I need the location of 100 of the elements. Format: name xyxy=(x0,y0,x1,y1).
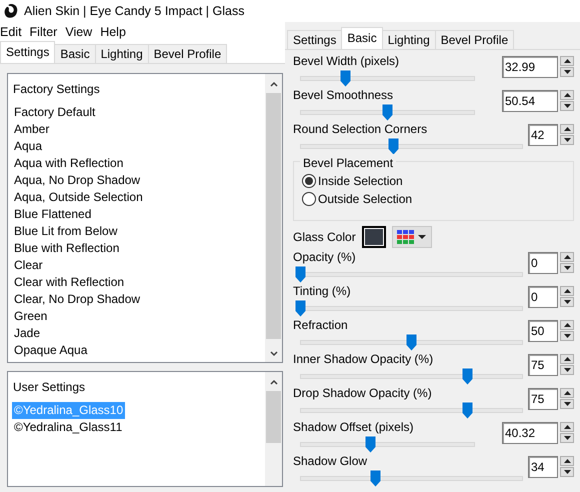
tab[interactable]: Lighting xyxy=(382,30,436,49)
slider-label: Bevel Smoothness xyxy=(293,87,394,104)
menu-item[interactable]: Filter xyxy=(30,22,66,42)
slider-label: Bevel Width (pixels) xyxy=(293,53,400,70)
spin-up-button[interactable] xyxy=(560,388,574,398)
spin-down-button[interactable] xyxy=(560,297,574,307)
spin-up-button[interactable] xyxy=(560,456,574,466)
down-arrow-icon xyxy=(564,138,570,142)
spin-up-button[interactable] xyxy=(560,252,574,262)
list-item[interactable]: Green xyxy=(12,308,50,325)
radio-button[interactable] xyxy=(302,174,316,188)
spin-up-button[interactable] xyxy=(560,286,574,296)
number-field[interactable]: 0 xyxy=(528,286,558,308)
radio-button[interactable] xyxy=(302,192,316,206)
number-field[interactable]: 50 xyxy=(528,320,558,342)
list-item[interactable]: Clear xyxy=(12,257,45,274)
slider-thumb[interactable] xyxy=(462,402,472,419)
spin-down-button[interactable] xyxy=(560,433,574,443)
up-arrow-icon xyxy=(564,93,570,97)
number-field[interactable]: 40.32 xyxy=(502,422,558,444)
scrollbar[interactable] xyxy=(265,372,282,486)
up-arrow-icon xyxy=(564,289,570,293)
tab[interactable]: Basic xyxy=(54,44,96,63)
down-arrow-icon xyxy=(564,402,570,406)
list-item[interactable]: Factory Default xyxy=(12,104,98,121)
spin-up-button[interactable] xyxy=(560,320,574,330)
slider-thumb[interactable] xyxy=(295,300,306,317)
spin-down-button[interactable] xyxy=(560,135,574,145)
spin-down-button[interactable] xyxy=(560,399,574,409)
down-arrow-icon xyxy=(564,368,570,372)
color-swatch[interactable] xyxy=(362,226,386,248)
number-field[interactable]: 42 xyxy=(528,124,558,146)
list-item[interactable]: Blue Flattened xyxy=(12,206,94,223)
slider-label: Round Selection Corners xyxy=(293,121,428,138)
spin-up-button[interactable] xyxy=(560,90,574,100)
scroll-up-icon[interactable] xyxy=(268,378,278,387)
slider-thumb[interactable] xyxy=(295,266,306,283)
spin-up-button[interactable] xyxy=(560,56,574,66)
menu-item[interactable]: Help xyxy=(100,22,134,42)
down-arrow-icon xyxy=(564,436,570,440)
list-item[interactable]: Jade xyxy=(12,325,42,342)
scroll-down-icon[interactable] xyxy=(268,349,278,358)
slider-thumb[interactable] xyxy=(462,368,472,385)
list-item[interactable]: Blue with Reflection xyxy=(12,240,122,257)
number-field[interactable]: 75 xyxy=(528,354,558,376)
number-field[interactable]: 50.54 xyxy=(502,90,558,112)
slider-thumb[interactable] xyxy=(388,138,400,155)
up-arrow-icon xyxy=(564,425,570,429)
tab[interactable]: Bevel Profile xyxy=(148,44,228,63)
tab[interactable]: Settings xyxy=(287,30,342,49)
spin-down-button[interactable] xyxy=(560,101,574,111)
scrollbar-thumb[interactable] xyxy=(266,391,281,443)
spin-up-button[interactable] xyxy=(560,422,574,432)
up-arrow-icon xyxy=(564,59,570,63)
list-item[interactable]: Blue Lit from Below xyxy=(12,223,120,240)
slider-thumb[interactable] xyxy=(406,334,417,351)
scrollbar-thumb[interactable] xyxy=(266,93,281,339)
list-item[interactable]: Aqua, Outside Selection xyxy=(12,189,145,206)
spin-down-button[interactable] xyxy=(560,365,574,375)
down-arrow-icon xyxy=(564,300,570,304)
spin-down-button[interactable] xyxy=(560,67,574,77)
number-field[interactable]: 0 xyxy=(528,252,558,274)
number-field[interactable]: 75 xyxy=(528,388,558,410)
spin-up-button[interactable] xyxy=(560,354,574,364)
menu-item[interactable]: View xyxy=(65,22,100,42)
list-item[interactable]: Aqua with Reflection xyxy=(12,155,126,172)
slider-thumb[interactable] xyxy=(340,70,352,87)
number-field[interactable]: 32.99 xyxy=(502,56,558,78)
slider-thumb[interactable] xyxy=(370,470,382,487)
scrollbar[interactable] xyxy=(265,74,282,362)
slider-label: Tinting (%) xyxy=(293,283,352,300)
palette-button[interactable] xyxy=(392,226,432,248)
tab[interactable]: Bevel Profile xyxy=(434,30,514,49)
list-item[interactable]: Amber xyxy=(12,121,52,138)
up-arrow-icon xyxy=(564,255,570,259)
slider-label: Refraction xyxy=(293,317,349,334)
slider-label: Inner Shadow Opacity (%) xyxy=(293,351,434,368)
list-item[interactable]: Clear with Reflection xyxy=(12,274,126,291)
spin-down-button[interactable] xyxy=(560,331,574,341)
up-arrow-icon xyxy=(564,127,570,131)
slider-label: Drop Shadow Opacity (%) xyxy=(293,385,433,402)
tab[interactable]: Lighting xyxy=(94,44,149,63)
tab[interactable]: Settings xyxy=(0,41,56,63)
color-label: Glass Color xyxy=(293,229,356,246)
list-item[interactable]: Opaque Aqua xyxy=(12,342,90,359)
list-item[interactable]: Aqua, No Drop Shadow xyxy=(12,172,142,189)
menu-item[interactable]: Edit xyxy=(0,22,30,42)
number-field[interactable]: 34 xyxy=(528,456,558,478)
list-item[interactable]: ©Yedralina_Glass11 xyxy=(12,419,124,436)
spin-down-button[interactable] xyxy=(560,263,574,273)
down-arrow-icon xyxy=(564,70,570,74)
tab[interactable]: Basic xyxy=(341,27,383,49)
scroll-up-icon[interactable] xyxy=(268,80,278,89)
caret-icon xyxy=(418,235,426,239)
slider-thumb[interactable] xyxy=(382,104,393,121)
slider-thumb[interactable] xyxy=(364,436,376,453)
list-item[interactable]: Aqua xyxy=(12,138,44,155)
spin-up-button[interactable] xyxy=(560,124,574,134)
spin-down-button[interactable] xyxy=(560,467,574,477)
list-item[interactable]: Clear, No Drop Shadow xyxy=(12,291,142,308)
